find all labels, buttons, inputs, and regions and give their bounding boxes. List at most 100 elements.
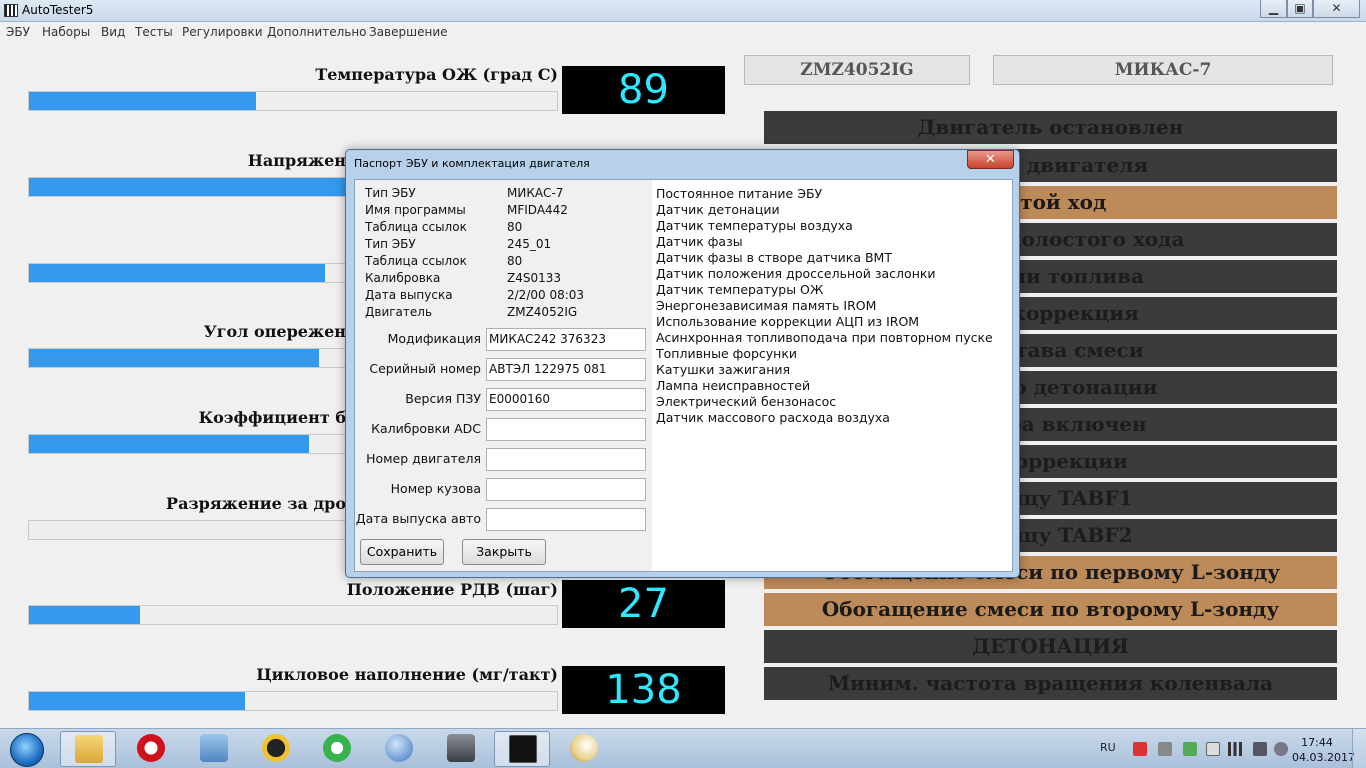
- menu-view[interactable]: Вид: [101, 25, 125, 39]
- info-label: Таблица ссылок: [365, 220, 467, 234]
- status-row: Двигатель остановлен: [764, 111, 1337, 144]
- gauge-bar-idle-valve: [28, 605, 558, 625]
- taskbar-item-autotester[interactable]: [494, 731, 550, 767]
- menu-adjustments[interactable]: Регулировки: [182, 25, 263, 39]
- triangle-app-icon: [262, 734, 290, 762]
- info-label: Калибровка: [365, 271, 441, 285]
- menu-tests[interactable]: Тесты: [135, 25, 173, 39]
- gauge-value-idle-valve: 27: [562, 580, 725, 628]
- close-button[interactable]: Закрыть: [462, 539, 546, 565]
- battery-icon[interactable]: [1206, 742, 1220, 756]
- list-item: Использование коррекции АЦП из IROM: [656, 314, 920, 329]
- gauge-fill: [29, 435, 309, 453]
- clock-time: 17:44: [1301, 736, 1333, 749]
- info-label: Имя программы: [365, 203, 466, 217]
- taskbar-item-opera[interactable]: [123, 731, 179, 767]
- gauge-label-coefficient: Коэффициент б: [198, 408, 346, 427]
- list-item: Датчик детонации: [656, 202, 780, 217]
- info-label: Тип ЭБУ: [365, 186, 416, 200]
- qbittorrent-icon: [385, 734, 413, 762]
- dialog-close-button[interactable]: ✕: [967, 150, 1014, 169]
- list-item: Датчик фазы: [656, 234, 743, 249]
- taskbar-item-world-of-tanks[interactable]: [433, 731, 489, 767]
- engine-number-field[interactable]: [486, 448, 646, 471]
- nvidia-icon[interactable]: [1183, 742, 1197, 756]
- window-title: AutoTester5: [22, 3, 94, 17]
- rom-version-label: Версия ПЗУ: [405, 391, 481, 406]
- maximize-button[interactable]: ▣: [1287, 0, 1313, 18]
- gauge-fill: [29, 692, 246, 710]
- list-item: Лампа неисправностей: [656, 378, 811, 393]
- folder-icon: [75, 735, 103, 763]
- taskbar-item-icq[interactable]: [309, 731, 365, 767]
- start-button[interactable]: [2, 730, 52, 768]
- taskbar-item-explorer[interactable]: [60, 731, 116, 767]
- gauge-fill: [29, 606, 140, 624]
- show-desktop-button[interactable]: [1352, 729, 1366, 768]
- tank-icon: [447, 734, 475, 762]
- modification-field[interactable]: МИКАС242 376323: [486, 328, 646, 351]
- body-number-field[interactable]: [486, 478, 646, 501]
- taskbar-item-archicad[interactable]: [248, 731, 304, 767]
- info-value: MFIDA442: [507, 203, 568, 217]
- gauge-fill: [29, 264, 325, 282]
- system-clock[interactable]: 17:44 04.03.2017: [1292, 735, 1355, 765]
- gauge-label-voltage: Напряжен: [247, 151, 346, 170]
- gauge-label-idle-valve: Положение РДВ (шаг): [346, 580, 558, 599]
- windows-logo-icon: [10, 733, 44, 767]
- menu-ecu[interactable]: ЭБУ: [6, 25, 30, 39]
- list-item: Датчик массового расхода воздуха: [656, 410, 890, 425]
- taskbar-item-paint[interactable]: [556, 731, 612, 767]
- info-label: Двигатель: [365, 305, 433, 319]
- adc-calibration-label: Калибровки ADC: [371, 421, 481, 436]
- language-indicator[interactable]: RU: [1100, 741, 1116, 754]
- oscilloscope-icon: [509, 735, 537, 763]
- paint-palette-icon: [570, 734, 598, 762]
- signal-icon[interactable]: [1228, 742, 1242, 756]
- serial-number-field[interactable]: АВТЭЛ 122975 081: [486, 358, 646, 381]
- menu-bar: ЭБУ Наборы Вид Тесты Регулировки Дополни…: [0, 22, 1366, 42]
- opera-icon: [137, 734, 165, 762]
- rom-version-field[interactable]: E0000160: [486, 388, 646, 411]
- network-folder-icon: [200, 734, 228, 762]
- list-item: Постоянное питание ЭБУ: [656, 186, 823, 201]
- gauge-label-ignition-angle: Угол опережен: [203, 322, 346, 341]
- info-value: 80: [507, 254, 523, 268]
- list-item: Энергонезависимая память IROM: [656, 298, 877, 313]
- lock-icon[interactable]: [1158, 742, 1172, 756]
- security-icon[interactable]: [1133, 742, 1147, 756]
- gauge-value-cycle-fill: 138: [562, 666, 725, 714]
- ecu-passport-dialog: Паспорт ЭБУ и комплектация двигателя ✕ Т…: [345, 149, 1020, 578]
- volume-icon[interactable]: [1253, 742, 1267, 756]
- notification-icon[interactable]: [1274, 742, 1288, 756]
- dialog-body: Тип ЭБУ МИКАС-7 Имя программы MFIDA442 Т…: [354, 179, 1013, 572]
- info-label: Тип ЭБУ: [365, 237, 416, 251]
- gauge-label-cycle-fill: Цикловое наполнение (мг/такт): [256, 665, 558, 684]
- list-item: Асинхронная топливоподача при повторном …: [656, 330, 993, 345]
- list-item: Датчик температуры воздуха: [656, 218, 853, 233]
- body-number-label: Номер кузова: [390, 481, 481, 496]
- list-item: Датчик положения дроссельной заслонки: [656, 266, 936, 281]
- menu-exit[interactable]: Завершение: [369, 25, 448, 39]
- gauge-bar-coolant-temp: [28, 91, 558, 111]
- components-list[interactable]: Постоянное питание ЭБУ Датчик детонации …: [652, 180, 1012, 571]
- taskbar-item-qbittorrent[interactable]: [371, 731, 427, 767]
- info-value: ZMZ4052IG: [507, 305, 578, 319]
- minimize-button[interactable]: ▁: [1260, 0, 1287, 18]
- car-release-date-field[interactable]: [486, 508, 646, 531]
- engine-type-box: ZMZ4052IG: [744, 55, 970, 85]
- menu-sets[interactable]: Наборы: [42, 25, 90, 39]
- at-sign-icon: [323, 734, 351, 762]
- menu-additional[interactable]: Дополнительно: [267, 25, 367, 39]
- adc-calibration-field[interactable]: [486, 418, 646, 441]
- list-item: Топливные форсунки: [656, 346, 798, 361]
- gauge-fill: [29, 178, 373, 196]
- close-window-button[interactable]: ✕: [1313, 0, 1360, 18]
- save-button[interactable]: Сохранить: [360, 539, 444, 565]
- controller-type-box: МИКАС-7: [993, 55, 1333, 85]
- gauge-fill: [29, 349, 320, 367]
- taskbar-item-network[interactable]: [186, 731, 242, 767]
- modification-label: Модификация: [387, 331, 481, 346]
- app-icon: [4, 4, 18, 17]
- list-item: Датчик температуры ОЖ: [656, 282, 824, 297]
